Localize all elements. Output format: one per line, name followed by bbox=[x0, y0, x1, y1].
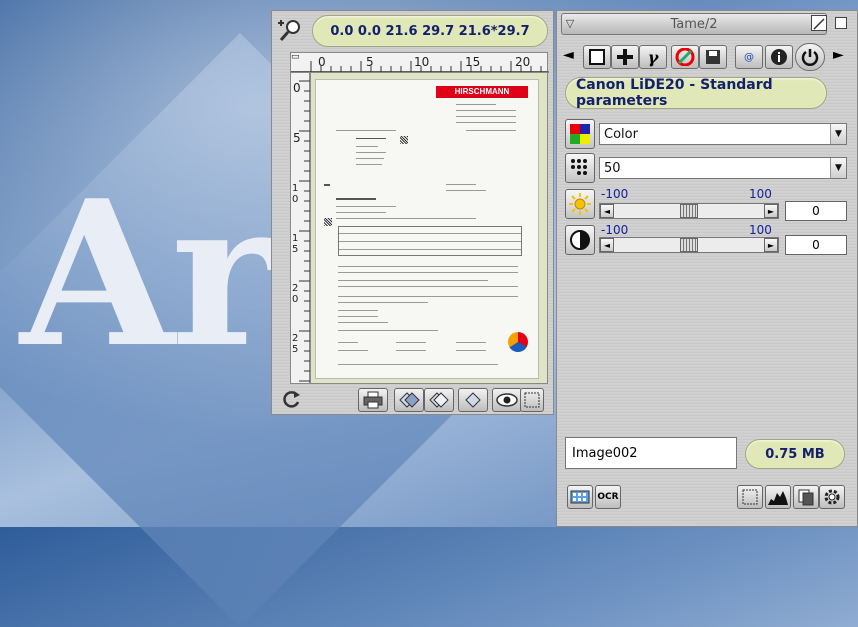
horizontal-ruler: ▭ 0 5 10 15 20 bbox=[290, 52, 549, 73]
brightness-value[interactable]: 0 bbox=[785, 201, 847, 221]
power-button[interactable] bbox=[795, 43, 825, 71]
close-icon[interactable] bbox=[835, 17, 847, 29]
ruler-v-label: 25 bbox=[292, 333, 299, 355]
stack-icon bbox=[429, 392, 449, 408]
chevron-down-icon[interactable]: ▼ bbox=[830, 124, 846, 144]
chevron-down-icon[interactable]: ▼ bbox=[830, 158, 846, 178]
pages-icon bbox=[399, 392, 420, 408]
contrast-slider[interactable]: ◄ ► bbox=[599, 237, 779, 253]
scan-area-coordinates: 0.0 0.0 21.6 29.7 21.6*29.7 bbox=[312, 15, 548, 47]
window-title[interactable]: Tame/2 bbox=[561, 13, 827, 35]
histogram-button[interactable] bbox=[765, 485, 791, 509]
color-settings-button[interactable] bbox=[671, 45, 699, 69]
brightness-min: -100 bbox=[601, 187, 629, 201]
file-size: 0.75 MB bbox=[745, 439, 845, 469]
scan-preview-area[interactable]: HIRSCHMANN bbox=[310, 72, 548, 384]
settings-button[interactable] bbox=[819, 485, 845, 509]
email-button[interactable]: @ bbox=[735, 45, 763, 69]
resolution-select[interactable]: 50 ▼ bbox=[599, 157, 847, 179]
print-button[interactable] bbox=[358, 388, 388, 412]
save-button[interactable] bbox=[699, 45, 727, 69]
zoom-icon[interactable] bbox=[278, 17, 304, 43]
info-button[interactable] bbox=[765, 45, 793, 69]
scan-multi-button[interactable] bbox=[424, 388, 454, 412]
document-total-logo bbox=[508, 332, 528, 352]
slider-thumb[interactable] bbox=[680, 238, 698, 252]
selection-icon bbox=[742, 489, 758, 505]
resize-icon[interactable] bbox=[811, 15, 827, 31]
contrast-min: -100 bbox=[601, 223, 629, 237]
power-icon bbox=[801, 49, 819, 66]
slider-left-icon[interactable]: ◄ bbox=[600, 238, 614, 252]
ruler-v-label: 5 bbox=[293, 131, 301, 145]
ruler-v-label: 10 bbox=[292, 183, 299, 205]
contrast-value[interactable]: 0 bbox=[785, 235, 847, 255]
ruler-h-label: 15 bbox=[465, 55, 481, 69]
grid-view-icon bbox=[570, 490, 590, 504]
at-icon: @ bbox=[744, 51, 754, 63]
disk-icon bbox=[706, 50, 720, 64]
slider-right-icon[interactable]: ► bbox=[764, 204, 778, 218]
preview-window: 0.0 0.0 21.6 29.7 21.6*29.7 ▭ 0 5 10 15 … bbox=[271, 10, 554, 415]
mode-select-value: Color bbox=[604, 126, 638, 142]
arrow-left-icon[interactable]: ◄ bbox=[563, 47, 574, 63]
color-wheel-icon bbox=[675, 48, 695, 66]
mode-select[interactable]: Color ▼ bbox=[599, 123, 847, 145]
resolution-icon bbox=[565, 153, 595, 183]
refresh-icon[interactable] bbox=[280, 388, 302, 410]
ocr-button[interactable]: OCR bbox=[595, 485, 621, 509]
thumbnails-button[interactable] bbox=[567, 485, 593, 509]
menu-arrow-icon[interactable]: ▽ bbox=[563, 17, 577, 31]
scan-pages-button[interactable] bbox=[394, 388, 424, 412]
arrow-right-icon[interactable]: ► bbox=[833, 47, 844, 63]
select-area-button[interactable] bbox=[737, 485, 763, 509]
document-table bbox=[338, 226, 522, 256]
copy-icon bbox=[798, 489, 814, 506]
ruler-corner-icon: ▭ bbox=[291, 52, 300, 62]
vertical-ruler: 0 5 10 15 20 25 bbox=[290, 72, 310, 384]
color-mode-icon bbox=[565, 119, 595, 149]
histogram-icon bbox=[768, 491, 788, 505]
slider-left-icon[interactable]: ◄ bbox=[600, 204, 614, 218]
desktop-logo-text: Ar bbox=[20, 157, 277, 392]
copy-button[interactable] bbox=[793, 485, 819, 509]
brightness-slider[interactable]: ◄ ► bbox=[599, 203, 779, 219]
eye-icon bbox=[496, 393, 518, 407]
diamond-icon bbox=[465, 392, 481, 408]
add-button[interactable] bbox=[611, 45, 639, 69]
gamma-button[interactable]: γ bbox=[639, 45, 667, 69]
info-icon bbox=[771, 49, 787, 65]
ruler-h-label: 0 bbox=[318, 55, 326, 69]
filename-input[interactable]: Image002 bbox=[565, 437, 737, 469]
ruler-v-label: 0 bbox=[293, 81, 301, 95]
select-all-button[interactable] bbox=[520, 388, 544, 412]
ruler-h-label: 5 bbox=[366, 55, 374, 69]
grid-icon bbox=[524, 392, 540, 408]
scanned-document: HIRSCHMANN bbox=[315, 79, 539, 379]
ruler-v-label: 20 bbox=[292, 283, 299, 305]
brightness-icon bbox=[565, 189, 595, 219]
scan-area-button[interactable] bbox=[458, 388, 488, 412]
slider-right-icon[interactable]: ► bbox=[764, 238, 778, 252]
resolution-select-value: 50 bbox=[604, 160, 621, 176]
tame-window: Tame/2 ▽ ◄ γ @ ► Canon LiDE20 - Standard… bbox=[556, 10, 858, 527]
plus-icon bbox=[617, 49, 633, 65]
ruler-h-label: 20 bbox=[515, 55, 531, 69]
brightness-max: 100 bbox=[749, 187, 772, 201]
contrast-icon bbox=[565, 225, 595, 255]
document-brand-logo: HIRSCHMANN bbox=[436, 86, 528, 98]
contrast-max: 100 bbox=[749, 223, 772, 237]
preview-button[interactable] bbox=[492, 388, 522, 412]
ruler-v-label: 15 bbox=[292, 233, 299, 255]
select-frame-button[interactable] bbox=[583, 45, 611, 69]
square-icon bbox=[589, 49, 605, 65]
scanner-profile[interactable]: Canon LiDE20 - Standard parameters bbox=[565, 77, 827, 109]
printer-icon bbox=[363, 391, 383, 409]
gear-icon bbox=[824, 489, 840, 505]
slider-thumb[interactable] bbox=[680, 204, 698, 218]
ruler-h-label: 10 bbox=[414, 55, 430, 69]
gamma-icon: γ bbox=[647, 47, 659, 67]
